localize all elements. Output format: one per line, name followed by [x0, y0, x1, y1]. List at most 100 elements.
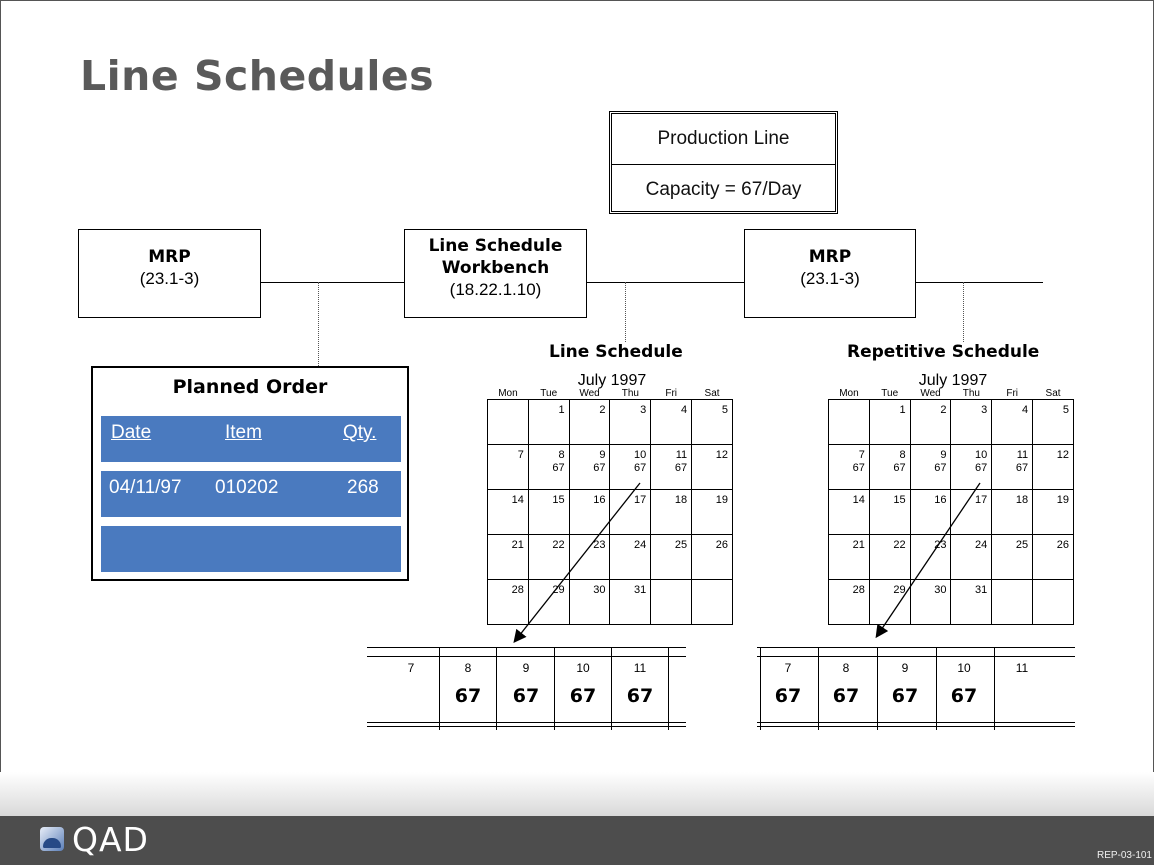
schedule-rule: [367, 726, 686, 727]
day-number: 10: [975, 449, 988, 461]
calendar-weekday: Thu: [609, 389, 651, 400]
calendar-day: 10 67: [950, 444, 993, 490]
day-number: 1: [899, 404, 906, 416]
repetitive-schedule-label: Repetitive Schedule: [847, 342, 1040, 362]
cell-qty: 268: [347, 477, 379, 498]
day-number: 9: [940, 449, 947, 461]
planned-order-header-band: Date Item Qty.: [101, 416, 401, 462]
calendar-day: 28: [828, 579, 870, 625]
day-number: 2: [599, 404, 606, 416]
day-number: 31: [634, 584, 647, 596]
day-number: 8: [558, 449, 565, 461]
calendar-weekday: Mon: [828, 389, 870, 400]
calendar-day: 8 67: [868, 444, 911, 490]
schedule-rule: [367, 656, 686, 657]
calendar-day: 28: [487, 579, 529, 625]
calendar-day: 17: [950, 489, 993, 535]
day-quantity: 67: [1015, 462, 1029, 474]
calendar-day: 21: [828, 534, 870, 580]
mrp-right-code: (23.1-3): [800, 269, 860, 288]
day-number: 5: [721, 404, 728, 416]
calendar-day: 30: [909, 579, 952, 625]
calendar-month: July 1997: [577, 372, 647, 389]
header-date: Date: [111, 422, 152, 443]
mrp-left-code: (23.1-3): [139, 269, 200, 288]
day-number: 29: [552, 584, 565, 596]
day-number: 30: [593, 584, 606, 596]
calendar-day: 29: [868, 579, 911, 625]
calendar-day: 5: [691, 399, 733, 445]
calendar-day: 14: [828, 489, 870, 535]
day-number: 1: [558, 404, 565, 416]
calendar-day: [691, 579, 733, 625]
calendar-day: 16: [909, 489, 952, 535]
calendar-day: 9 67: [909, 444, 952, 490]
day-quantity: 67: [634, 462, 647, 474]
schedule-day: 10: [576, 661, 590, 675]
header-item: Item: [225, 422, 262, 443]
day-number: 28: [852, 584, 865, 596]
calendar-day: 4: [650, 399, 693, 445]
planned-order-empty-row: [101, 526, 401, 572]
day-number: 18: [674, 494, 688, 506]
day-number: 28: [511, 584, 524, 596]
schedule-qty: 67: [774, 685, 802, 707]
calendar-day: 1: [868, 399, 911, 445]
calendar-day: 22: [868, 534, 911, 580]
calendar-day: 2: [568, 399, 611, 445]
calendar-day: 11 67: [650, 444, 693, 490]
day-number: 26: [715, 539, 728, 551]
calendar-day: 26: [1032, 534, 1074, 580]
day-number: 4: [680, 404, 688, 416]
calendar-day: 1: [527, 399, 570, 445]
calendar-weekday: Thu: [950, 389, 992, 400]
calendar-day: 23: [568, 534, 611, 580]
day-quantity: 67: [852, 462, 865, 474]
day-number: 3: [981, 404, 988, 416]
calendar-weekday: Fri: [991, 389, 1033, 400]
line-schedule-label: Line Schedule: [549, 342, 683, 362]
day-number: 21: [852, 539, 865, 551]
footer-bar: [0, 816, 1154, 865]
schedule-qty: 67: [512, 685, 540, 707]
calendar-weekday: Mon: [487, 389, 529, 400]
day-number: 8: [899, 449, 906, 461]
day-number: 10: [634, 449, 647, 461]
qad-logo-icon: [40, 827, 64, 851]
day-number: 14: [852, 494, 865, 506]
day-number: 26: [1056, 539, 1069, 551]
connector-repetitive-schedule: [963, 282, 964, 342]
schedule-qty: 67: [891, 685, 919, 707]
day-number: 17: [634, 494, 647, 506]
calendar-day: 30: [568, 579, 611, 625]
footer-fade: [0, 772, 1154, 816]
schedule-column-divider: [668, 647, 669, 730]
day-quantity: 67: [552, 462, 565, 474]
calendar-day: 4: [991, 399, 1034, 445]
day-number: 19: [1056, 494, 1069, 506]
calendar-day: 29: [527, 579, 570, 625]
day-number: 15: [893, 494, 906, 506]
day-number: 23: [593, 539, 606, 551]
calendar-weekday: Fri: [650, 389, 692, 400]
qad-logo-text: QAD: [72, 820, 149, 859]
schedule-day: 11: [1015, 661, 1029, 675]
day-quantity: 67: [975, 462, 988, 474]
calendar-day: 10 67: [609, 444, 652, 490]
day-number: 9: [599, 449, 606, 461]
calendar-day: 11 67: [991, 444, 1034, 490]
day-number: 12: [715, 449, 728, 461]
day-number: 18: [1015, 494, 1029, 506]
calendar-day: 12: [691, 444, 733, 490]
day-number: 21: [511, 539, 524, 551]
calendar-day: 9 67: [568, 444, 611, 490]
day-number: 19: [715, 494, 728, 506]
calendar-day: 21: [487, 534, 529, 580]
day-number: 31: [975, 584, 988, 596]
calendar-day: 5: [1032, 399, 1074, 445]
mrp-left-title: MRP: [148, 247, 191, 267]
calendar-day: 15: [868, 489, 911, 535]
day-number: 30: [934, 584, 947, 596]
calendar-day: 2: [909, 399, 952, 445]
calendar-day: 8 67: [527, 444, 570, 490]
